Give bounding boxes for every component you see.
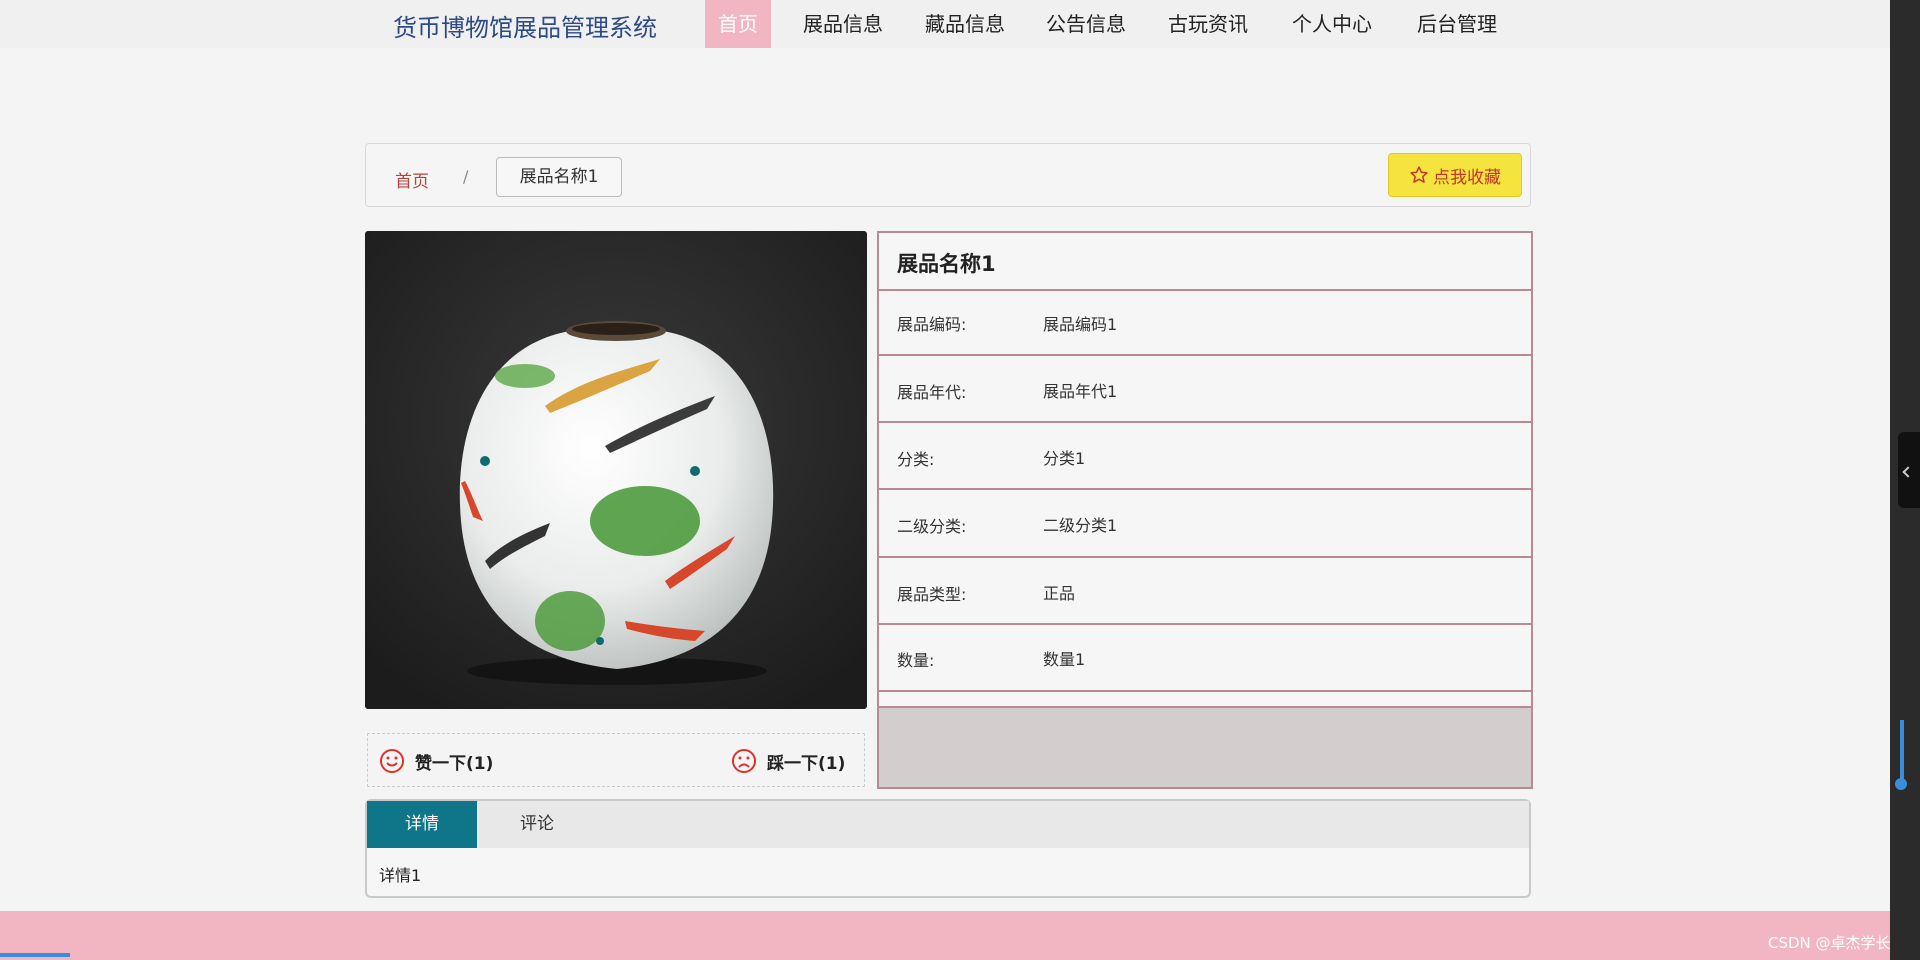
tab-detail[interactable]: 详情 bbox=[367, 801, 477, 848]
field-value-category: 分类1 bbox=[1043, 449, 1086, 468]
field-label-type: 展品类型: bbox=[897, 585, 967, 604]
watermark-text: CSDN @卓杰学长 bbox=[1768, 934, 1891, 952]
tab-comments[interactable]: 评论 bbox=[477, 801, 597, 848]
row-divider bbox=[879, 354, 1531, 356]
dislike-label: 踩一下(1) bbox=[767, 753, 846, 774]
field-value-code: 展品编码1 bbox=[1043, 315, 1118, 334]
product-name: 展品名称1 bbox=[897, 252, 996, 276]
info-panel-footer bbox=[879, 708, 1531, 787]
tab-content: 详情1 bbox=[379, 866, 422, 885]
smile-icon bbox=[380, 749, 404, 773]
row-divider bbox=[879, 623, 1531, 625]
nav-personal-center[interactable]: 个人中心 bbox=[1292, 0, 1372, 48]
field-value-era: 展品年代1 bbox=[1043, 382, 1118, 401]
field-label-category: 分类: bbox=[897, 450, 935, 469]
star-icon bbox=[1410, 166, 1428, 183]
nav-home[interactable]: 首页 bbox=[705, 0, 771, 48]
favorite-button-label: 点我收藏 bbox=[1433, 167, 1501, 188]
nav-collections[interactable]: 藏品信息 bbox=[925, 0, 1005, 48]
row-divider bbox=[879, 488, 1531, 490]
scroll-knob[interactable] bbox=[1895, 778, 1907, 790]
like-button[interactable]: 赞一下(1) bbox=[379, 745, 493, 777]
row-divider bbox=[879, 690, 1531, 692]
product-image bbox=[365, 231, 867, 709]
row-divider bbox=[879, 706, 1531, 708]
scroll-thumb[interactable] bbox=[1900, 720, 1904, 786]
nav-exhibits[interactable]: 展品信息 bbox=[803, 0, 883, 48]
video-progress-bar bbox=[0, 953, 70, 957]
favorite-button[interactable]: 点我收藏 bbox=[1388, 153, 1522, 197]
page-footer bbox=[0, 911, 1890, 960]
field-label-quantity: 数量: bbox=[897, 651, 935, 670]
breadcrumb-current: 展品名称1 bbox=[496, 157, 622, 197]
site-title[interactable]: 货币博物馆展品管理系统 bbox=[393, 8, 657, 43]
field-label-code: 展品编码: bbox=[897, 315, 967, 334]
row-divider bbox=[879, 556, 1531, 558]
dislike-button[interactable]: 踩一下(1) bbox=[731, 745, 845, 777]
nav-antique-news[interactable]: 古玩资讯 bbox=[1168, 0, 1248, 48]
breadcrumb-separator: / bbox=[463, 167, 469, 186]
field-label-subcategory: 二级分类: bbox=[897, 517, 967, 536]
row-divider bbox=[879, 289, 1531, 291]
field-label-era: 展品年代: bbox=[897, 383, 967, 402]
nav-admin[interactable]: 后台管理 bbox=[1417, 0, 1497, 48]
breadcrumb-home-link[interactable]: 首页 bbox=[395, 167, 429, 192]
field-value-subcategory: 二级分类1 bbox=[1043, 516, 1118, 535]
frown-icon bbox=[732, 749, 756, 773]
nav-announcements[interactable]: 公告信息 bbox=[1046, 0, 1126, 48]
like-label: 赞一下(1) bbox=[415, 753, 494, 774]
field-value-type: 正品 bbox=[1043, 584, 1076, 603]
field-value-quantity: 数量1 bbox=[1043, 650, 1086, 669]
row-divider bbox=[879, 421, 1531, 423]
